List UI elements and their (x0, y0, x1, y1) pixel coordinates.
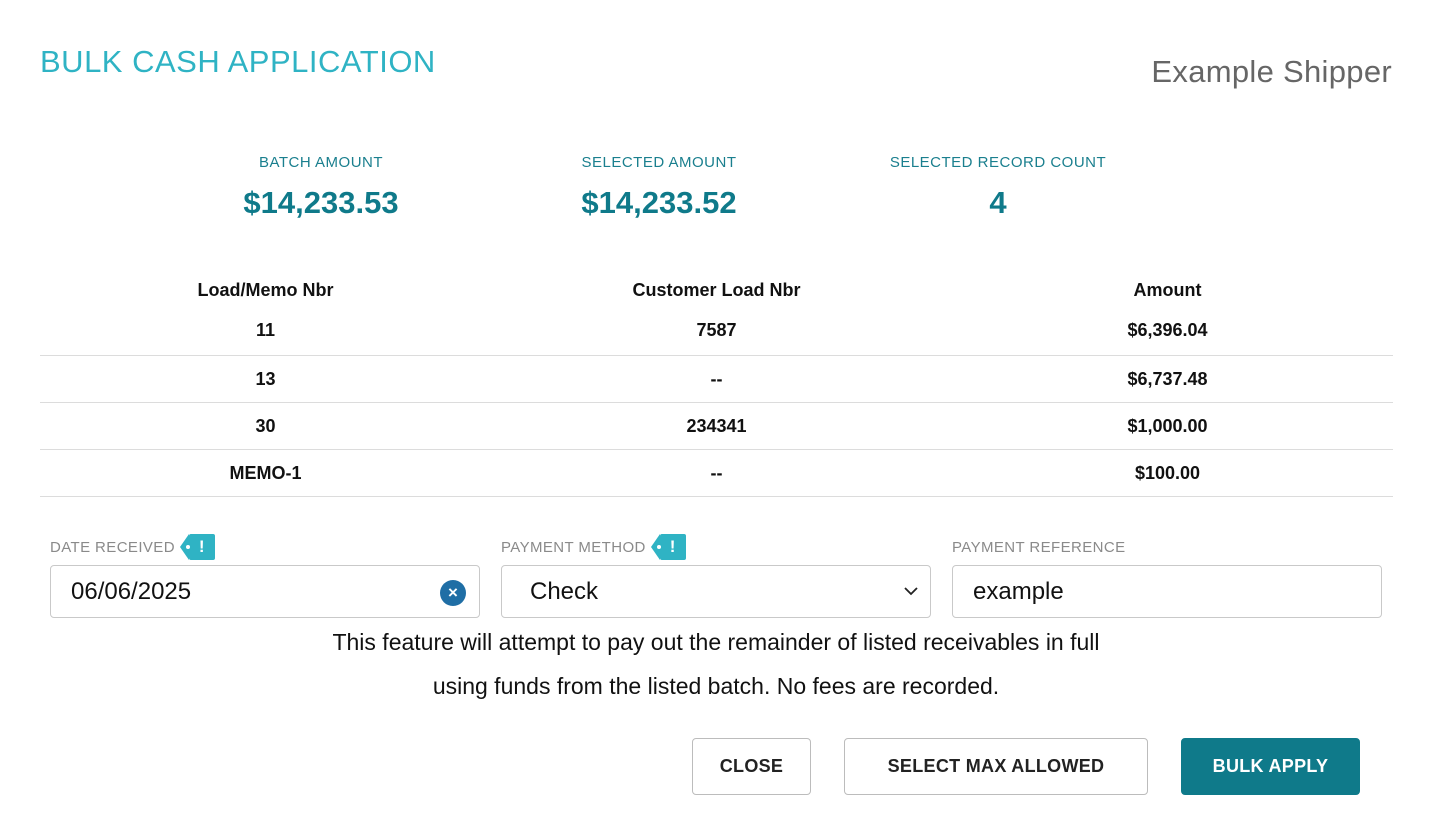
column-header-load-memo[interactable]: Load/Memo Nbr (40, 280, 491, 301)
payment-reference-field: PAYMENT REFERENCE example (952, 534, 1382, 618)
select-max-allowed-button[interactable]: SELECT MAX ALLOWED (844, 738, 1148, 795)
warning-tag-icon[interactable]: ! (650, 534, 686, 560)
bulk-apply-button[interactable]: BULK APPLY (1181, 738, 1360, 795)
date-received-value: 06/06/2025 (71, 577, 192, 605)
payment-reference-value: example (973, 577, 1064, 605)
selected-amount-value: $14,233.52 (581, 185, 737, 220)
payment-method-field: PAYMENT METHOD ! Check (501, 534, 931, 618)
batch-amount-label: BATCH AMOUNT (258, 154, 384, 171)
table-row[interactable]: 13 -- $6,737.48 (40, 356, 1393, 403)
chevron-down-icon (904, 587, 918, 596)
payment-method-label: PAYMENT METHOD (501, 538, 646, 556)
payment-reference-input[interactable]: example (952, 565, 1382, 618)
cell-amount: $100.00 (1134, 462, 1201, 483)
date-received-input[interactable]: 06/06/2025 × (50, 565, 480, 618)
date-received-label: DATE RECEIVED (50, 538, 175, 556)
cell-amount: $6,737.48 (1127, 368, 1208, 389)
cell-customer-load: -- (710, 368, 723, 389)
table-row[interactable]: MEMO-1 -- $100.00 (40, 450, 1393, 497)
cell-load-memo: 13 (255, 368, 276, 389)
table-header: Load/Memo Nbr Customer Load Nbr Amount (40, 274, 1393, 306)
batch-amount-value: $14,233.53 (243, 185, 399, 220)
selected-amount-stat: SELECTED AMOUNT $14,233.52 (499, 154, 819, 221)
feature-note: This feature will attempt to pay out the… (0, 620, 1432, 708)
warning-tag-icon[interactable]: ! (179, 534, 215, 560)
cell-load-memo: MEMO-1 (229, 462, 302, 483)
record-count-value: 4 (989, 185, 1007, 220)
close-button[interactable]: CLOSE (692, 738, 811, 795)
cell-amount: $1,000.00 (1127, 415, 1208, 436)
date-received-field: DATE RECEIVED ! 06/06/2025 × (50, 534, 480, 618)
table-row[interactable]: 11 7587 $6,396.04 (40, 306, 1393, 356)
feature-note-line-2: using funds from the listed batch. No fe… (432, 673, 1000, 699)
receivables-table: Load/Memo Nbr Customer Load Nbr Amount 1… (40, 274, 1393, 497)
dialog-title: BULK CASH APPLICATION (40, 44, 436, 79)
shipper-name: Example Shipper (1151, 54, 1392, 89)
clear-date-icon[interactable]: × (440, 580, 466, 606)
selected-amount-label: SELECTED AMOUNT (581, 154, 737, 171)
batch-amount-stat: BATCH AMOUNT $14,233.53 (161, 154, 481, 221)
cell-amount: $6,396.04 (1127, 320, 1208, 340)
feature-note-line-1: This feature will attempt to pay out the… (332, 629, 1100, 655)
cell-customer-load: 234341 (686, 415, 747, 436)
payment-reference-label: PAYMENT REFERENCE (952, 538, 1126, 556)
payment-method-value: Check (530, 577, 599, 605)
cell-load-memo: 11 (255, 320, 276, 340)
cell-load-memo: 30 (255, 415, 276, 436)
record-count-stat: SELECTED RECORD COUNT 4 (838, 154, 1158, 221)
column-header-amount[interactable]: Amount (942, 280, 1393, 301)
cell-customer-load: -- (710, 462, 723, 483)
column-header-customer-load[interactable]: Customer Load Nbr (491, 280, 942, 301)
payment-method-select[interactable]: Check (501, 565, 931, 618)
summary-stats: BATCH AMOUNT $14,233.53 SELECTED AMOUNT … (0, 154, 1432, 234)
record-count-label: SELECTED RECORD COUNT (889, 154, 1107, 171)
table-row[interactable]: 30 234341 $1,000.00 (40, 403, 1393, 450)
cell-customer-load: 7587 (696, 320, 737, 340)
